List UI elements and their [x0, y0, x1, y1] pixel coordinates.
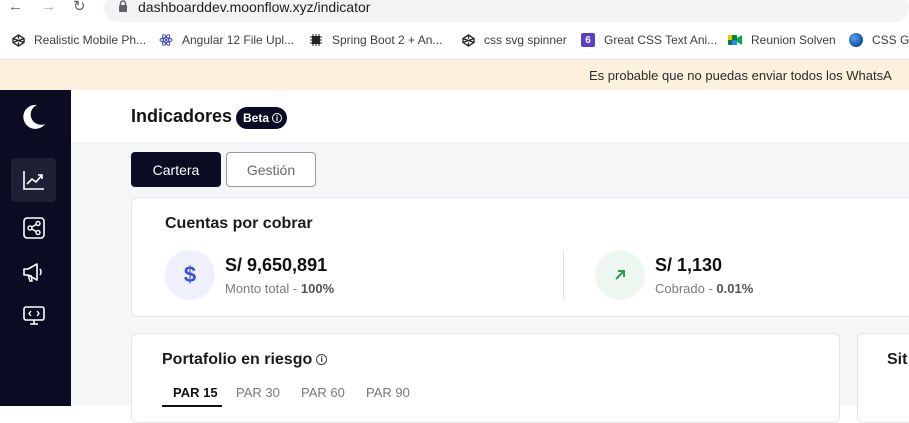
tab-par-60[interactable]: PAR 60: [301, 385, 345, 400]
warning-banner: Es probable que no puedas enviar todos l…: [0, 60, 909, 90]
share-nodes-icon: [22, 217, 45, 239]
sidebar-item-share[interactable]: [11, 206, 56, 250]
sidebar: [0, 90, 71, 406]
page-header: Indicadores Beta i: [71, 90, 909, 142]
card-title: Portafolio en riesgo i: [162, 351, 328, 369]
collected-amount-label: Cobrado - 0.01%: [655, 281, 754, 296]
tab-cartera[interactable]: Cartera: [131, 152, 221, 187]
page-title: Indicadores: [131, 106, 233, 126]
arrow-up-right-icon: [595, 250, 645, 300]
tab-par-90[interactable]: PAR 90: [366, 385, 410, 400]
browser-toolbar: ← → ↻ dashboarddev.moonflow.xyz/indicato…: [0, 0, 909, 22]
megaphone-icon: [22, 263, 42, 282]
tab-gestion[interactable]: Gestión: [226, 152, 316, 187]
banner-text: Es probable que no puedas enviar todos l…: [589, 68, 892, 83]
total-amount-label: Monto total - 100%: [225, 281, 335, 296]
bookmark-item[interactable]: 6 Great CSS Text Ani...: [581, 33, 717, 47]
bookmark-label: Great CSS Text Ani...: [604, 33, 718, 47]
beta-label: Beta: [243, 111, 270, 125]
forward-arrow-icon[interactable]: →: [41, 0, 56, 16]
bookmark-item[interactable]: CSS Gr: [849, 33, 909, 47]
bookmarks-bar: Realistic Mobile Ph... Angular 12 File U…: [0, 22, 909, 60]
moon-logo-icon[interactable]: [22, 104, 46, 130]
total-amount-value: S/ 9,650,891: [225, 255, 328, 275]
chip-icon: [309, 33, 323, 47]
back-arrow-icon[interactable]: ←: [8, 0, 23, 16]
trend-chart-icon: [22, 171, 44, 190]
bookmark-item[interactable]: Spring Boot 2 + An...: [309, 33, 442, 47]
bookmark-label: CSS Gr: [872, 33, 909, 47]
sidebar-item-developer[interactable]: [11, 294, 56, 338]
react-atom-icon: [159, 33, 173, 47]
active-tab-indicator: [162, 405, 222, 407]
tab-par-30[interactable]: PAR 30: [236, 385, 280, 400]
card-title: Sit: [887, 351, 908, 368]
bookmark-label: Spring Boot 2 + An...: [332, 33, 443, 47]
meet-icon: [728, 33, 742, 47]
collected-amount-value: S/ 1,130: [655, 255, 723, 275]
card-title: Cuentas por cobrar: [165, 215, 313, 232]
bookmark-label: css svg spinner: [484, 33, 567, 47]
dollar-icon: $: [165, 250, 215, 300]
accounts-receivable-card: Cuentas por cobrar $ S/ 9,650,891 Monto …: [131, 197, 909, 317]
globe-icon: [849, 33, 863, 47]
sidebar-item-indicators[interactable]: [11, 158, 56, 202]
metric-divider: [563, 250, 564, 300]
bookmark-label: Realistic Mobile Ph...: [34, 33, 147, 47]
bookmark-label: Reunion Solven: [751, 33, 836, 47]
six-icon: 6: [581, 33, 595, 47]
portfolio-at-risk-card: Portafolio en riesgo i PAR 15 PAR 30 PAR …: [131, 333, 840, 423]
codepen-icon: [461, 33, 475, 47]
sidebar-item-campaigns[interactable]: [11, 250, 56, 294]
tab-par-15[interactable]: PAR 15: [173, 385, 218, 400]
codepen-icon: [11, 33, 25, 47]
info-icon[interactable]: i: [272, 113, 283, 123]
lock-icon: [119, 0, 127, 12]
beta-badge[interactable]: Beta i: [236, 107, 288, 129]
bookmark-item[interactable]: css svg spinner: [461, 33, 567, 47]
info-icon[interactable]: i: [316, 354, 328, 365]
bookmark-item[interactable]: Reunion Solven: [728, 33, 836, 47]
main-content: Indicadores Beta i Cartera Gestión Cuent…: [71, 90, 909, 423]
reload-icon[interactable]: ↻: [73, 0, 86, 16]
bookmark-item[interactable]: Realistic Mobile Ph...: [11, 33, 146, 47]
bookmark-item[interactable]: Angular 12 File Upl...: [159, 33, 294, 47]
situation-card: Sit: [857, 333, 909, 423]
bookmark-label: Angular 12 File Upl...: [182, 33, 295, 47]
monitor-code-icon: [22, 306, 45, 325]
url-text[interactable]: dashboarddev.moonflow.xyz/indicator: [138, 0, 370, 14]
